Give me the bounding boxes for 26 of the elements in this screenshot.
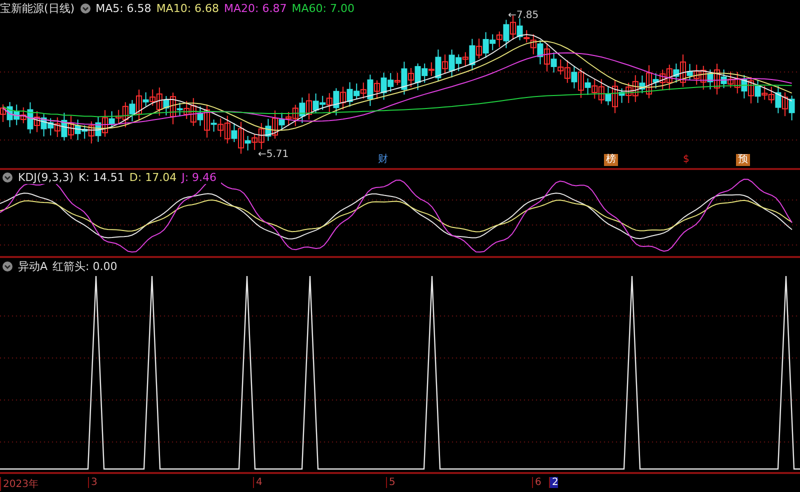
indicator-value: J: 9.46	[182, 171, 217, 184]
indicator-value: MA10: 6.68	[156, 2, 220, 15]
chart-title: 宝新能源(日线)	[0, 1, 75, 16]
axis-label: 6	[532, 477, 542, 488]
indicator-value: K: 14.51	[78, 171, 124, 184]
axis-label: 2023年	[0, 477, 38, 491]
low-price-label: ←5.71	[258, 149, 289, 160]
indicator-value: 红箭头: 0.00	[52, 259, 118, 274]
dropdown-icon[interactable]	[2, 261, 13, 272]
indicator-title: 异动A	[18, 259, 48, 274]
indicator-value: MA20: 6.87	[224, 2, 287, 15]
event-marker[interactable]: 财	[376, 154, 390, 166]
axis-label: 3	[88, 477, 98, 488]
dropdown-icon[interactable]	[80, 3, 91, 14]
indicator-value: D: 17.04	[129, 171, 177, 184]
indicator-value: MA5: 6.58	[96, 2, 152, 15]
event-marker[interactable]: $	[681, 154, 692, 166]
indicator-title: KDJ(9,3,3)	[18, 171, 74, 184]
axis-label: 4	[253, 477, 262, 488]
axis-label: 2	[549, 477, 558, 488]
indicator-value: MA60: 7.00	[292, 2, 354, 15]
event-marker[interactable]: 预	[736, 154, 750, 166]
axis-label: 5	[386, 477, 396, 488]
dropdown-icon[interactable]	[2, 172, 13, 183]
high-price-label: ←7.85	[508, 10, 539, 21]
event-marker[interactable]: 榜	[604, 154, 618, 166]
